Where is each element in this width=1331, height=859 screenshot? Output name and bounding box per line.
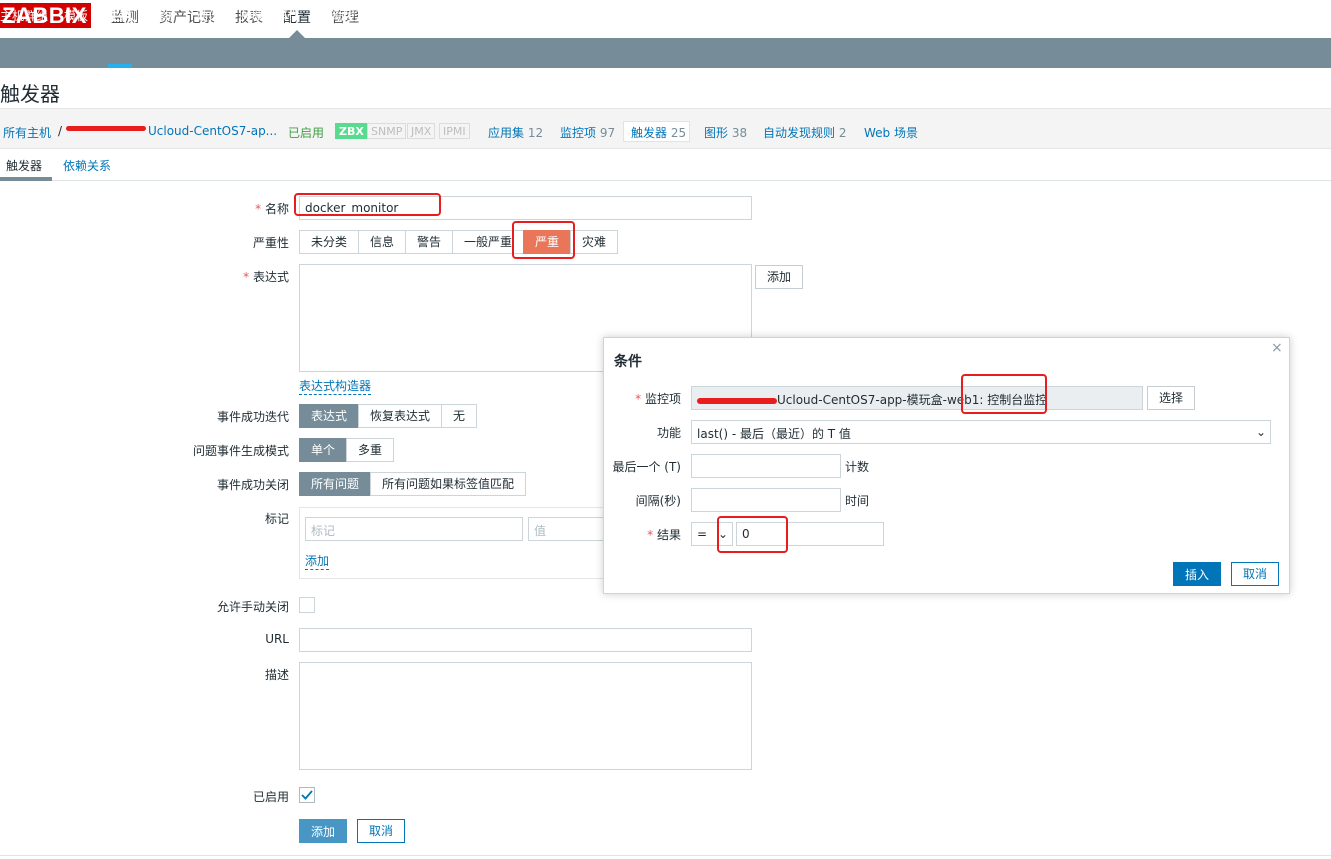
- snmp-availability-badge: SNMP: [367, 123, 407, 139]
- subnav-active-indicator: [108, 64, 132, 68]
- breadcrumb-discovery-rules[interactable]: 自动发现规则 2: [763, 124, 846, 141]
- subnav-hosts[interactable]: 主机: [108, 7, 132, 24]
- form-cancel-button[interactable]: 取消: [357, 819, 405, 843]
- dialog-insert-button[interactable]: 插入: [1173, 562, 1221, 586]
- tags-add-link[interactable]: 添加: [305, 552, 330, 570]
- subnav-host-groups[interactable]: 主机群组: [0, 7, 48, 24]
- annotation-box-severity: [512, 221, 575, 259]
- redaction-mark: [697, 397, 777, 404]
- annotation-box-name: [294, 193, 441, 216]
- breadcrumb-graphs[interactable]: 图形 38: [704, 124, 747, 141]
- dialog-last-t-input[interactable]: [691, 454, 841, 478]
- close-icon[interactable]: ×: [1271, 340, 1283, 356]
- chevron-down-icon: ⌄: [1255, 425, 1266, 439]
- page-title: 触发器: [0, 82, 60, 106]
- breadcrumb-items[interactable]: 监控项 97: [560, 124, 615, 141]
- breadcrumb-triggers[interactable]: 触发器 25: [631, 124, 686, 141]
- severity-warning[interactable]: 警告: [405, 230, 453, 254]
- dialog-item-label: * 监控项: [635, 392, 681, 406]
- ipmi-availability-badge: IPMI: [439, 123, 470, 139]
- subnav-discovery[interactable]: 自动发现: [320, 7, 368, 24]
- checkmark-icon: [301, 790, 313, 800]
- severity-label: 严重性: [252, 236, 289, 250]
- breadcrumb-all-hosts[interactable]: 所有主机: [3, 124, 51, 141]
- dialog-interval-suffix: 时间: [845, 494, 870, 508]
- manual-close-checkbox[interactable]: [299, 597, 315, 613]
- tabs-divider: [0, 180, 1331, 181]
- breadcrumb-host-name[interactable]: Ucloud-CentOS7-ap...: [148, 124, 277, 138]
- problem-mode-single[interactable]: 单个: [299, 438, 347, 462]
- subnav-actions[interactable]: 动作: [196, 7, 220, 24]
- breadcrumb-separator: /: [58, 124, 63, 138]
- subnav-correlation[interactable]: 关联项事件: [240, 7, 300, 24]
- name-label: * 名称: [255, 202, 289, 216]
- active-nav-caret: [289, 30, 305, 38]
- breadcrumb-web-scenarios[interactable]: Web 场景: [864, 124, 918, 141]
- expression-add-button[interactable]: 添加: [755, 265, 803, 289]
- expression-label: * 表达式: [243, 270, 289, 284]
- ok-event-recovery-expression[interactable]: 恢复表达式: [358, 404, 442, 428]
- severity-disaster[interactable]: 灾难: [570, 230, 618, 254]
- enabled-label: 已启用: [252, 790, 289, 804]
- dialog-item-input[interactable]: Ucloud-CentOS7-app-模玩盒-web1: 控制台监控: [691, 386, 1143, 410]
- active-tab-indicator: [0, 177, 52, 181]
- dialog-last-t-label: 最后一个 (T): [612, 460, 681, 474]
- submit-add-button[interactable]: 添加: [299, 819, 347, 843]
- dialog-select-button[interactable]: 选择: [1147, 386, 1195, 410]
- description-label: 描述: [264, 668, 289, 682]
- zbx-availability-badge: ZBX: [335, 123, 368, 139]
- tags-label: 标记: [264, 512, 289, 526]
- ok-event-label: 事件成功迭代: [216, 410, 289, 424]
- dialog-result-label: * 结果: [647, 528, 681, 542]
- subnav-services[interactable]: 服务: [388, 7, 412, 24]
- manual-close-label: 允许手动关闭: [216, 600, 289, 614]
- sub-nav-bar: [0, 38, 1331, 68]
- enabled-checkbox[interactable]: [299, 787, 315, 803]
- description-textarea[interactable]: [299, 662, 752, 770]
- subnav-maintenance[interactable]: 维护: [152, 7, 176, 24]
- dialog-interval-label: 间隔(秒): [635, 494, 681, 508]
- dialog-cancel-button[interactable]: 取消: [1231, 562, 1279, 586]
- dialog-title: 条件: [614, 354, 642, 370]
- dialog-function-select[interactable]: last() - 最后（最近）的 T 值 ⌄: [691, 420, 1271, 444]
- ok-event-none[interactable]: 无: [441, 404, 477, 428]
- dialog-interval-input[interactable]: [691, 488, 841, 512]
- annotation-box-item: [961, 374, 1047, 414]
- dialog-last-t-suffix: 计数: [845, 460, 870, 474]
- severity-information[interactable]: 信息: [358, 230, 406, 254]
- annotation-box-result: [717, 516, 788, 553]
- tab-dependencies[interactable]: 依赖关系: [63, 157, 111, 174]
- ok-close-all-problems[interactable]: 所有问题: [299, 472, 371, 496]
- ok-event-expression[interactable]: 表达式: [299, 404, 359, 428]
- breadcrumb-applications[interactable]: 应用集 12: [488, 124, 543, 141]
- jmx-availability-badge: JMX: [407, 123, 436, 139]
- subnav-templates[interactable]: 模板: [64, 7, 88, 24]
- footer-divider: [0, 855, 1331, 856]
- problem-mode-multiple[interactable]: 多重: [346, 438, 394, 462]
- problem-mode-label: 问题事件生成模式: [192, 444, 289, 458]
- expression-builder-link[interactable]: 表达式构造器: [299, 377, 372, 395]
- redaction-mark: [66, 126, 146, 131]
- tab-trigger[interactable]: 触发器: [6, 157, 42, 174]
- severity-not-classified[interactable]: 未分类: [299, 230, 359, 254]
- ok-close-label: 事件成功关闭: [216, 478, 289, 492]
- dialog-function-label: 功能: [656, 426, 681, 440]
- url-label: URL: [265, 632, 289, 646]
- host-status[interactable]: 已启用: [288, 124, 324, 141]
- url-input[interactable]: [299, 628, 752, 652]
